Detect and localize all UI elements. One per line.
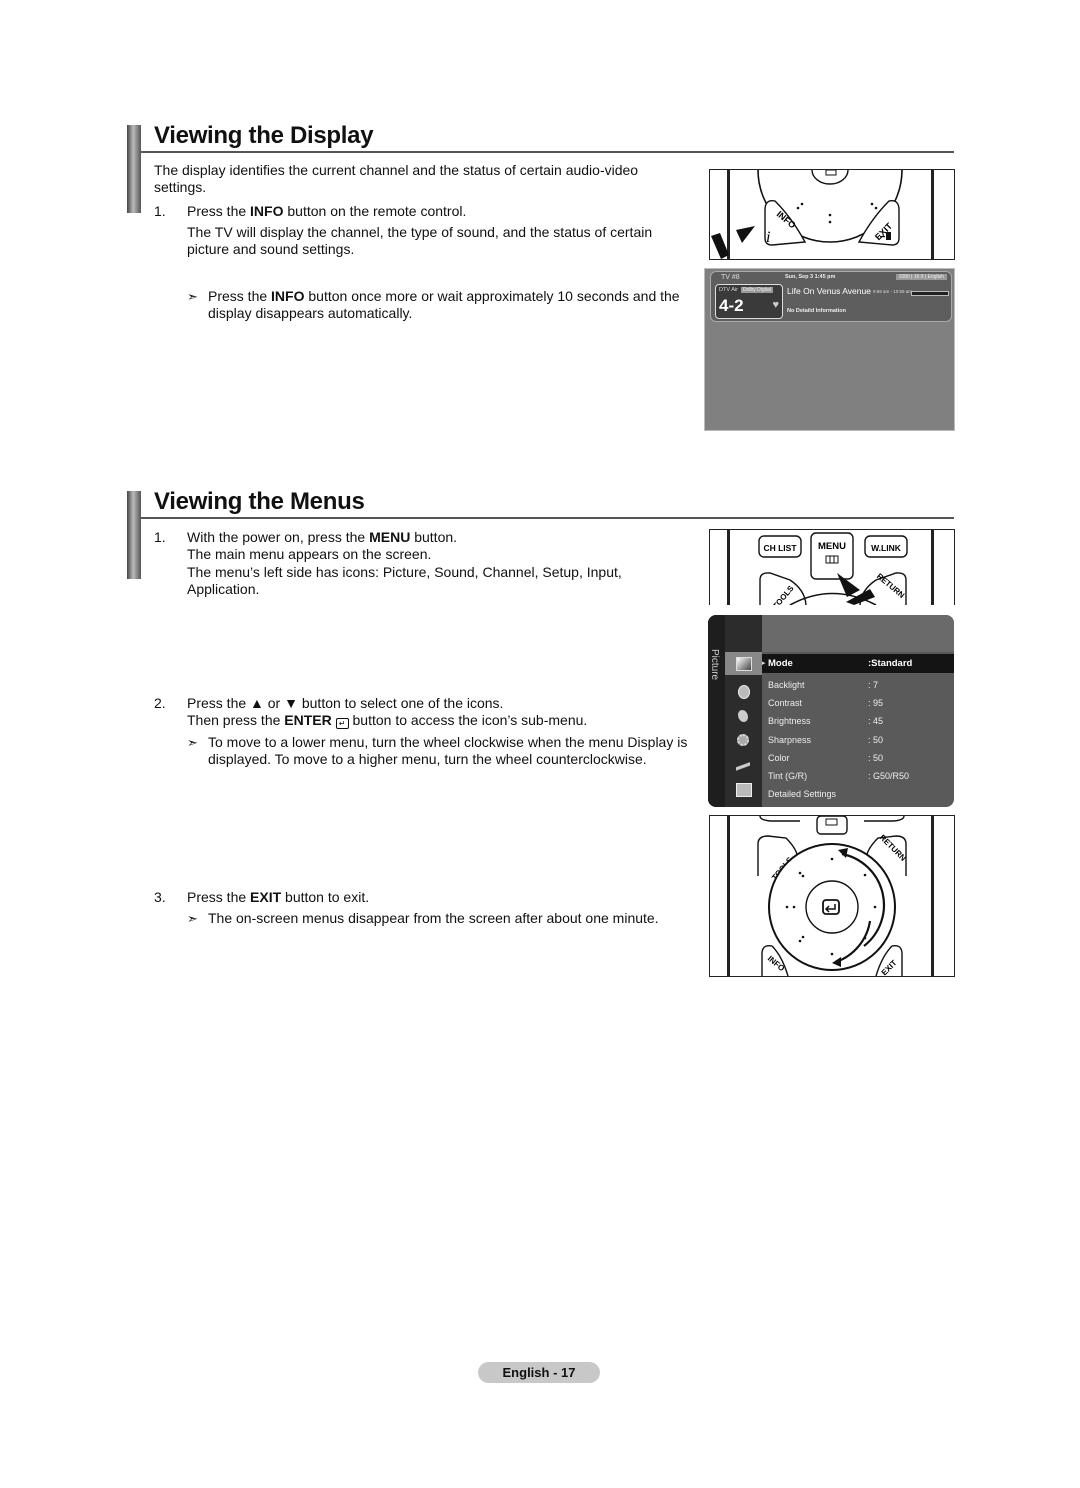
ch-list-button-label: CH LIST [763,543,797,553]
wlink-button-label: W.LINK [871,543,902,553]
exit-keyword: EXIT [250,889,282,905]
section-title-menus: Viewing the Menus [154,488,365,515]
section-title-display: Viewing the Display [154,122,374,149]
menu-row-backlight-label[interactable]: Backlight [768,680,805,690]
text: button. [410,529,458,545]
remote-wheel-illustration: TOOLS RETURN INFO EXIT [709,815,955,977]
program-time: 9:59 am - 10:59 am [873,289,913,294]
info-keyword: INFO [271,288,305,304]
channel-box: DTV Air Dolby Digital 4-2 ♥ [715,284,783,319]
info-osd-banner: TV #8 Sun, Sep 3 1:45 pm 1080 | 16:9 | E… [710,271,952,322]
menu-category-strip: Picture [708,615,725,807]
tv-screen-info-display: TV #8 Sun, Sep 3 1:45 pm 1080 | 16:9 | E… [704,268,955,431]
menu-row-tint-value: : G50/R50 [868,771,910,781]
menu-row-contrast-value: : 95 [868,698,884,708]
menu-row-color-value: : 50 [868,753,884,763]
menu-row-tint-label[interactable]: Tint (G/R) [768,771,807,781]
program-details: No Detaild Information [787,308,846,314]
audio-badge: Dolby Digital [741,287,774,293]
enter-icon: ↵ [335,718,349,729]
program-progress-bar [911,291,949,296]
program-title: Life On Venus Avenue [787,286,871,296]
menu-row-sharpness-label[interactable]: Sharpness [768,735,811,745]
menus-step-2-instruction: Press the ▲ or ▼ button to select one of… [187,695,504,711]
page-number-badge: English - 17 [478,1362,600,1383]
step-number: 1. [154,203,166,219]
display-note: Press the INFO button once more or wait … [208,288,688,322]
text: button to access the icon’s sub-menu. [348,712,588,728]
section-marker-bar [127,125,141,213]
menus-step-1-line3: The menu’s left side has icons: Picture,… [187,564,622,597]
selection-pointer-icon: ▸ [762,660,766,667]
note-arrow-icon: ➣ [187,289,198,304]
text: Press the [187,203,251,219]
menu-keyword: MENU [369,529,411,545]
format-badge: 1080 | 16:9 | English [895,274,947,280]
menu-header-bar [762,615,954,652]
section-rule [141,517,954,519]
menu-row-color-label[interactable]: Color [768,753,790,763]
step-number: 2. [154,695,166,711]
sound-icon[interactable] [738,685,750,699]
section-rule [141,151,954,153]
picture-icon[interactable] [736,657,752,671]
step-number: 1. [154,529,166,545]
menus-step-3-instruction: Press the EXIT button to exit. [187,889,687,906]
text: button on the remote control. [283,203,467,219]
channel-number: 4-2 [719,296,744,315]
picture-menu-osd: Picture Mode :Standard Backlight : 7 Con… [708,615,954,807]
section-marker-bar [127,491,141,579]
menu-button-label: MENU [818,541,846,552]
date-time: Sun, Sep 3 1:45 pm [785,274,836,280]
step-1-instruction: Press the INFO button on the remote cont… [187,203,687,220]
remote-wheel-drawing: TOOLS RETURN INFO EXIT [727,816,934,976]
remote-info-illustration: INFO i EXIT [709,169,955,260]
text: Then press the [187,712,285,728]
note-arrow-icon: ➣ [187,911,198,926]
input-icon[interactable] [736,760,750,772]
channel-icon[interactable] [738,710,748,722]
info-keyword: INFO [250,203,284,219]
menu-row-contrast-label[interactable]: Contrast [768,698,802,708]
menu-row-backlight-value: : 7 [868,680,879,690]
source-label: DTV Air [719,287,738,293]
note-arrow-icon: ➣ [187,735,198,750]
step-1-result: The TV will display the channel, the typ… [187,224,653,257]
info-i-icon: i [766,229,770,246]
menu-row-detailed-settings[interactable]: Detailed Settings [768,789,836,799]
text: Press the [187,889,251,905]
menu-category-label: Picture [709,649,720,681]
menu-row-sharpness-value: : 50 [868,735,884,745]
enter-keyword: ENTER [284,712,332,728]
tv-number: TV #8 [721,274,740,281]
menus-step-1-instruction: With the power on, press the MENU button… [187,529,687,546]
step-number: 3. [154,889,166,905]
remote-menu-drawing: CH LIST MENU W.LINK TOOLS RETURN [727,530,934,605]
menus-step-1-line2: The main menu appears on the screen. [187,546,432,562]
text: With the power on, press the [187,529,370,545]
text: Press the [208,288,272,304]
menus-step-2-enter: Then press the ENTER ↵ button to access … [187,712,687,729]
menu-row-brightness-value: : 45 [868,716,884,726]
setup-icon[interactable] [737,734,749,746]
application-icon[interactable] [736,783,752,797]
heart-icon: ♥ [772,299,779,311]
menu-row-mode-label[interactable]: Mode [768,658,793,669]
remote-info-drawing: INFO i EXIT [711,170,934,259]
text: button to exit. [281,889,370,905]
menus-step-2-note: To move to a lower menu, turn the wheel … [208,734,688,767]
menu-row-mode-value: :Standard [868,658,913,669]
menu-row-brightness-label[interactable]: Brightness [768,716,811,726]
menus-step-3-note: The on-screen menus disappear from the s… [208,910,659,926]
display-intro: The display identifies the current chann… [154,162,639,195]
remote-menu-illustration: CH LIST MENU W.LINK TOOLS RETURN [709,529,955,605]
